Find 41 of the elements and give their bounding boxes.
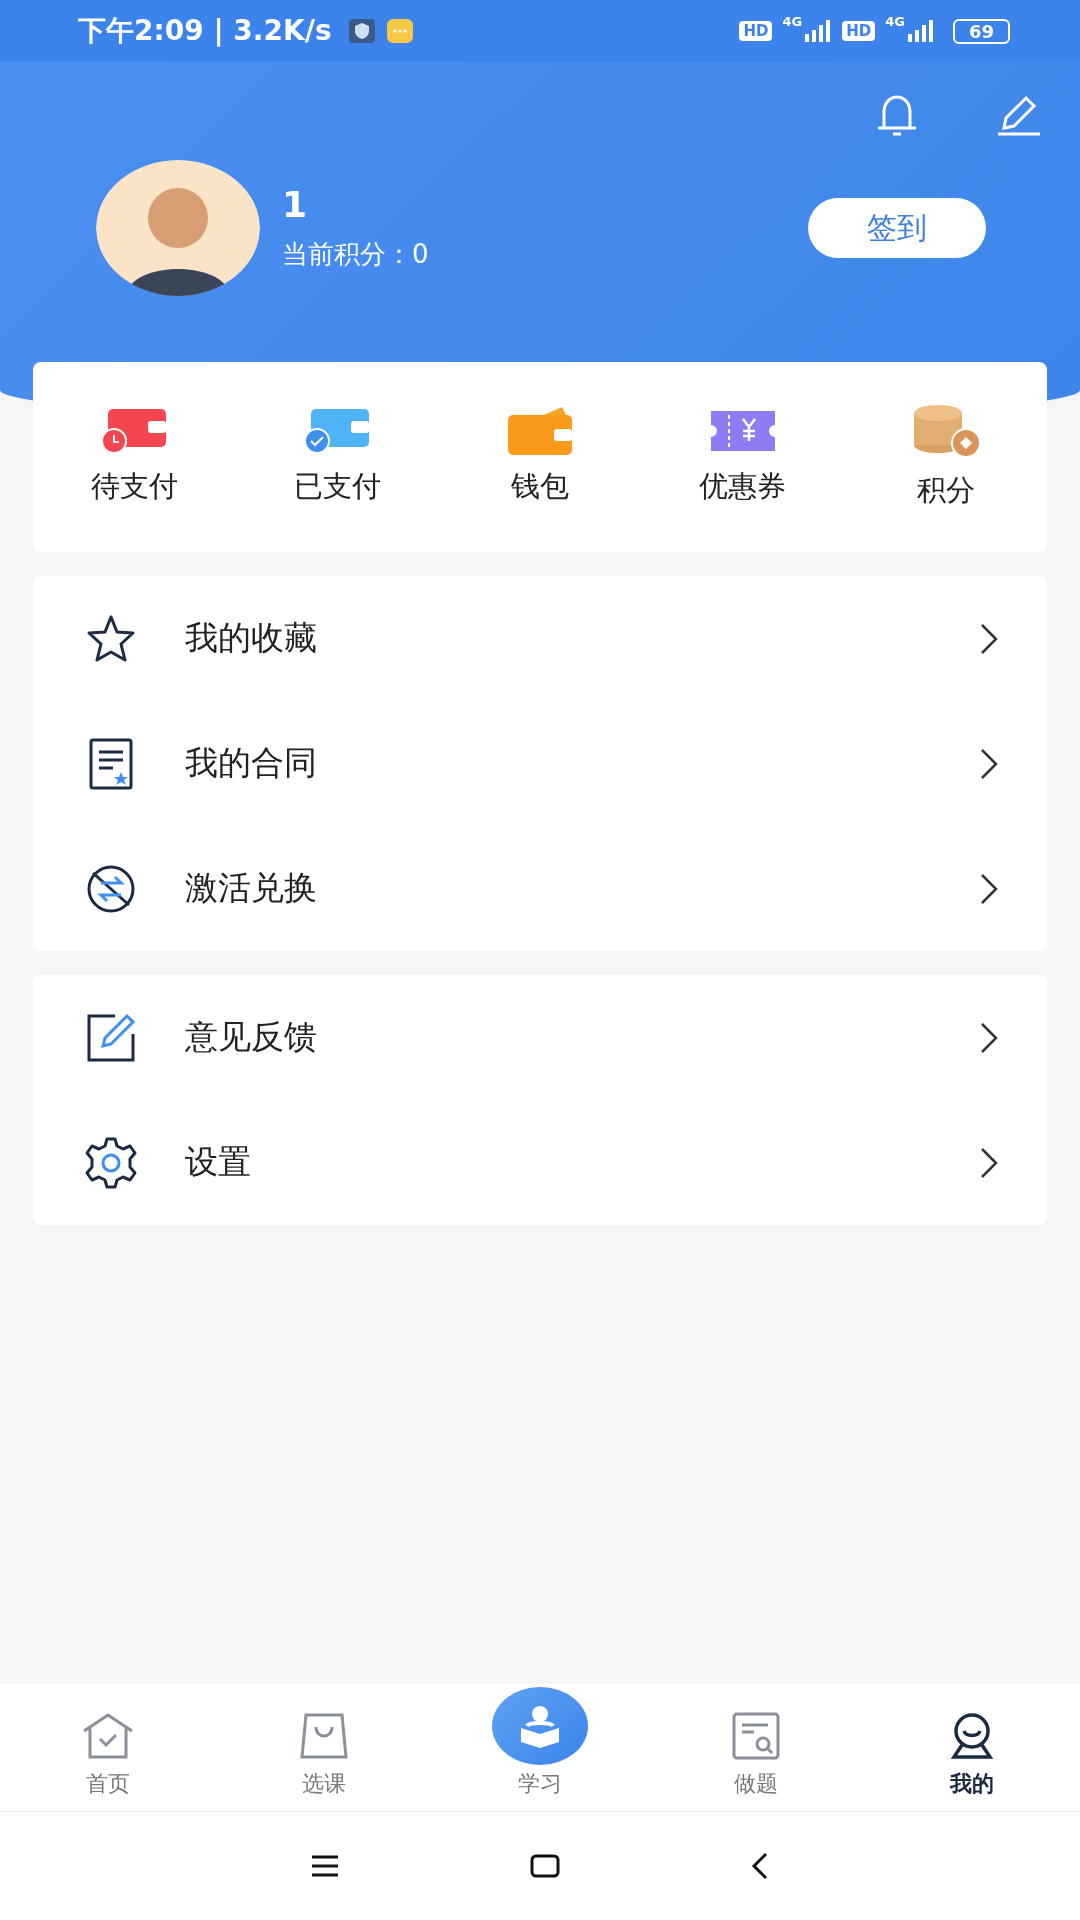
checkin-button[interactable]: 签到 xyxy=(808,198,986,258)
shield-icon xyxy=(347,18,376,44)
hd-badge: HD xyxy=(739,21,773,41)
chevron-right-icon xyxy=(979,1021,999,1054)
points-text: 当前积分：0 xyxy=(282,238,430,271)
quick-action-label[interactable]: 已支付 xyxy=(293,467,381,507)
menu-item[interactable]: 我的收藏 xyxy=(33,576,1047,701)
quick-action-label[interactable]: 优惠券 xyxy=(699,467,787,507)
menu-item[interactable]: 激活兑换 xyxy=(33,826,1047,951)
chevron-right-icon xyxy=(979,872,999,905)
menu-item[interactable]: 意见反馈 xyxy=(33,975,1047,1100)
menu-icon[interactable] xyxy=(310,1854,340,1878)
chevron-right-icon xyxy=(979,1146,999,1179)
tab[interactable]: 我的 xyxy=(864,1711,1080,1799)
signal-icon xyxy=(906,20,935,42)
user-name: 1 xyxy=(282,184,309,225)
tab[interactable]: 学习 xyxy=(432,1687,648,1799)
menu-item-label: 意见反馈 xyxy=(185,1016,318,1058)
chevron-right-icon xyxy=(979,622,999,655)
tab[interactable]: 首页 xyxy=(0,1711,216,1799)
message-icon xyxy=(385,18,414,44)
tab[interactable]: 选课 xyxy=(216,1711,432,1799)
hd-badge: HD xyxy=(842,21,876,41)
menu-item[interactable]: 我的合同 xyxy=(33,701,1047,826)
menu-item-label: 设置 xyxy=(185,1141,252,1183)
chevron-right-icon xyxy=(979,747,999,780)
menu-item-label: 激活兑换 xyxy=(185,867,318,909)
signal-icon xyxy=(804,20,833,42)
network-type: 4G xyxy=(885,14,905,29)
quick-action-label[interactable]: 积分 xyxy=(916,471,975,511)
battery-indicator: 69 xyxy=(952,18,1010,44)
menu-item[interactable]: 设置 xyxy=(33,1100,1047,1225)
home-button-icon[interactable] xyxy=(530,1854,560,1878)
tab[interactable]: 做题 xyxy=(648,1711,864,1799)
status-time: 下午2:09 | 3.2K/s xyxy=(78,13,332,49)
quick-action-label[interactable]: 钱包 xyxy=(511,467,569,507)
quick-action-label[interactable]: 待支付 xyxy=(90,467,178,507)
network-type: 4G xyxy=(782,14,803,29)
menu-item-label: 我的合同 xyxy=(185,742,318,784)
back-icon[interactable] xyxy=(750,1852,770,1880)
menu-item-label: 我的收藏 xyxy=(185,617,318,659)
